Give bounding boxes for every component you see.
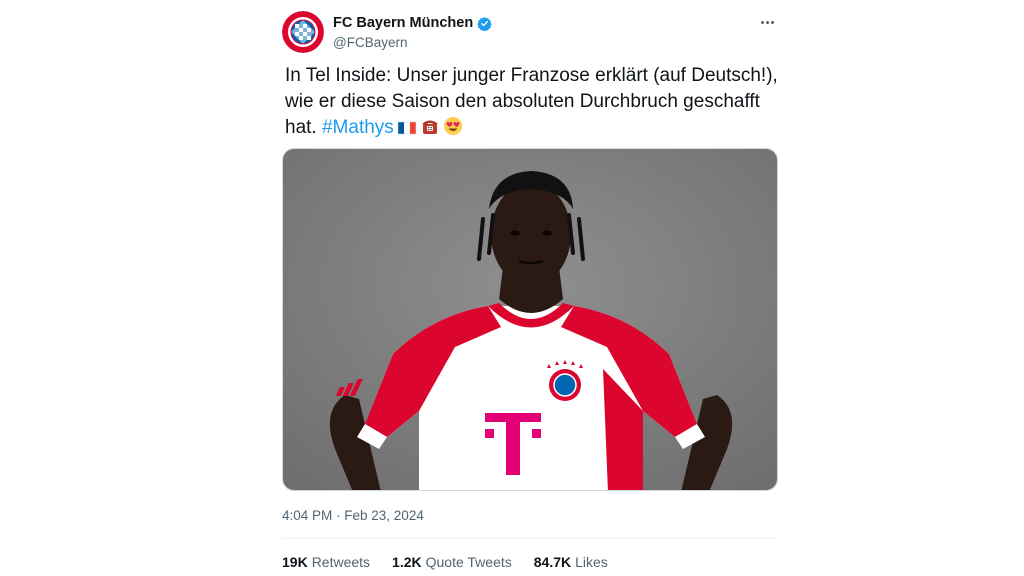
engagement-stats: 19K Retweets 1.2K Quote Tweets 84.7K Likes [282, 554, 608, 570]
likes-count: 84.7K [533, 554, 572, 570]
tweet-card: FC Bayern München @FCBayern In Tel Insid… [282, 0, 780, 576]
quote-tweets-label: Quote Tweets [425, 554, 512, 570]
user-handle[interactable]: @FCBayern [333, 35, 407, 50]
quote-tweets-stat[interactable]: 1.2K Quote Tweets [392, 554, 512, 570]
tweet-media-image[interactable] [282, 148, 778, 491]
avatar[interactable] [282, 11, 324, 53]
tweet-text-line-3: hat. #Mathys [285, 115, 780, 144]
retweets-label: Retweets [311, 554, 371, 570]
tweet-header: FC Bayern München @FCBayern [282, 8, 780, 56]
name-row: FC Bayern München [333, 15, 492, 31]
more-options-icon[interactable] [756, 12, 778, 32]
divider [282, 538, 778, 539]
likes-stat[interactable]: 84.7K Likes [534, 554, 608, 570]
tweet-text: In Tel Inside: Unser junger Franzose erk… [285, 63, 780, 144]
fc-bayern-logo-icon [282, 11, 324, 53]
tweet-text-line-1: In Tel Inside: Unser junger Franzose erk… [285, 65, 778, 86]
tweet-text-prefix: hat. [285, 117, 322, 138]
tweet-text-line-2: wie er diese Saison den absoluten Durchb… [285, 91, 760, 112]
retweets-stat[interactable]: 19K Retweets [282, 554, 370, 570]
quote-tweets-count: 1.2K [392, 554, 422, 570]
hashtag-link[interactable]: #Mathys [322, 117, 394, 138]
likes-label: Likes [575, 554, 608, 570]
heart-eyes-emoji-icon [443, 116, 463, 144]
verified-badge-icon [477, 16, 492, 31]
retweets-count: 19K [282, 554, 308, 570]
tweet-timestamp[interactable]: 4:04 PM · Feb 23, 2024 [282, 508, 424, 523]
display-name[interactable]: FC Bayern München [333, 15, 473, 31]
telephone-icon [420, 116, 440, 144]
french-flag-icon [397, 118, 417, 144]
player-photo [283, 149, 777, 490]
